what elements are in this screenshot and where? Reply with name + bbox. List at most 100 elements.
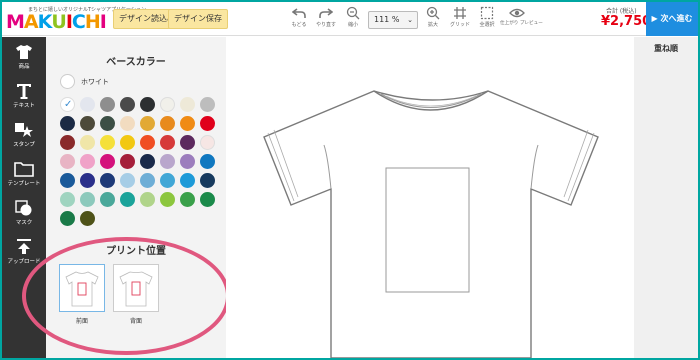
color-swatch[interactable] [180,97,195,112]
color-swatch[interactable]: ✓ [60,97,75,112]
color-swatch[interactable] [60,173,75,188]
color-swatch[interactable] [120,173,135,188]
color-swatch[interactable] [100,116,115,131]
tshirt-icon [16,45,32,59]
logo-letter: K [37,11,53,33]
color-swatch[interactable] [100,135,115,150]
color-swatch[interactable] [200,192,215,207]
logo-letter: I [99,11,107,33]
logo-wordmark: MAKUICHI [6,11,107,33]
color-swatch[interactable] [200,135,215,150]
color-swatch[interactable] [100,154,115,169]
zoom-out-label: 縮小 [347,22,358,28]
color-swatch[interactable] [120,154,135,169]
design-canvas[interactable] [226,37,634,358]
color-swatch[interactable] [140,97,155,112]
logo-letter: M [6,11,25,33]
color-swatch[interactable] [140,135,155,150]
undo-icon [292,8,306,18]
logo-letter: H [84,11,101,33]
color-swatch[interactable] [120,135,135,150]
redo-icon [319,8,333,18]
header: まちとに嬉しいオリジナルTシャツアプリケーション MAKUICHI デザイン読込… [2,2,698,36]
nav-item-template[interactable]: テンプレート [2,157,46,195]
checkmark-icon: ✓ [64,99,73,110]
color-swatch[interactable] [80,154,95,169]
tshirt-body [263,90,599,358]
color-swatch[interactable] [60,192,75,207]
chevron-down-icon: ⌄ [407,16,413,24]
color-swatch[interactable] [100,173,115,188]
color-swatch[interactable] [160,97,175,112]
color-swatch[interactable] [80,211,95,226]
zoom-value: 111 % [374,15,400,24]
color-swatch[interactable] [200,154,215,169]
nav-label-stamp: スタンプ [13,142,35,148]
tshirt-mockup [263,90,599,358]
color-swatch[interactable] [100,192,115,207]
preview-button[interactable]: 仕上がり プレビュー [500,6,543,34]
grid-icon [454,7,466,19]
color-swatch[interactable] [60,211,75,226]
color-swatch[interactable] [60,135,75,150]
color-swatch[interactable] [160,116,175,131]
zoom-in-icon [426,6,440,20]
color-swatch[interactable] [180,192,195,207]
color-swatch[interactable] [180,154,195,169]
color-swatch[interactable] [180,135,195,150]
folder-icon [14,162,34,177]
color-swatch[interactable] [80,116,95,131]
nav-label-template: テンプレート [7,181,41,187]
color-swatch[interactable] [60,116,75,131]
stamp-icon [15,123,33,137]
color-swatch[interactable] [60,154,75,169]
color-swatch[interactable] [120,192,135,207]
color-swatch[interactable] [160,135,175,150]
next-step-button[interactable]: ▶ 次へ進む [646,2,698,36]
color-swatch[interactable] [80,135,95,150]
zoom-out-icon [346,6,360,20]
color-swatch[interactable] [180,116,195,131]
select-all-button[interactable]: 全選択 [471,6,503,34]
color-swatch[interactable] [120,97,135,112]
color-swatch[interactable] [140,192,155,207]
layer-order-title: 重ね順 [654,44,678,53]
nav-label-product: 商品 [18,64,30,70]
color-swatch[interactable] [100,97,115,112]
select-all-icon [480,6,494,20]
color-swatch[interactable] [80,97,95,112]
color-swatch[interactable] [80,192,95,207]
mask-icon [15,200,32,216]
text-icon [17,84,31,99]
total-price: ¥2,750 [601,14,652,29]
makuichi-logo[interactable]: まちとに嬉しいオリジナルTシャツアプリケーション MAKUICHI [6,6,146,33]
save-design-button[interactable]: デザイン保存 [168,9,228,29]
app-window: まちとに嬉しいオリジナルTシャツアプリケーション MAKUICHI デザイン読込… [2,2,698,358]
color-swatch[interactable] [200,97,215,112]
color-swatch[interactable] [160,154,175,169]
upload-icon [17,239,31,254]
color-swatch[interactable] [160,192,175,207]
white-label: ホワイト [81,78,109,86]
base-color-title: ベースカラー [106,57,166,68]
color-swatch[interactable] [160,173,175,188]
nav-item-product[interactable]: 商品 [2,40,46,78]
color-swatch[interactable] [80,173,95,188]
nav-item-mask[interactable]: マスク [2,196,46,234]
color-swatch[interactable] [140,154,155,169]
layer-order-panel: 重ね順 [634,37,698,358]
color-swatch[interactable] [120,116,135,131]
color-swatch[interactable] [200,116,215,131]
color-swatch[interactable] [140,116,155,131]
color-swatch[interactable] [200,173,215,188]
nav-item-text[interactable]: テキスト [2,79,46,117]
color-swatch[interactable] [140,173,155,188]
white-swatch[interactable] [60,74,75,89]
select-all-label: 全選択 [479,22,495,28]
highlight-ellipse [22,237,230,355]
zoom-select[interactable]: 111 % ⌄ [368,11,418,29]
color-swatch[interactable] [180,173,195,188]
zoom-out-button[interactable]: 縮小 [337,6,369,34]
nav-label-mask: マスク [15,220,33,226]
nav-item-stamp[interactable]: スタンプ [2,118,46,156]
